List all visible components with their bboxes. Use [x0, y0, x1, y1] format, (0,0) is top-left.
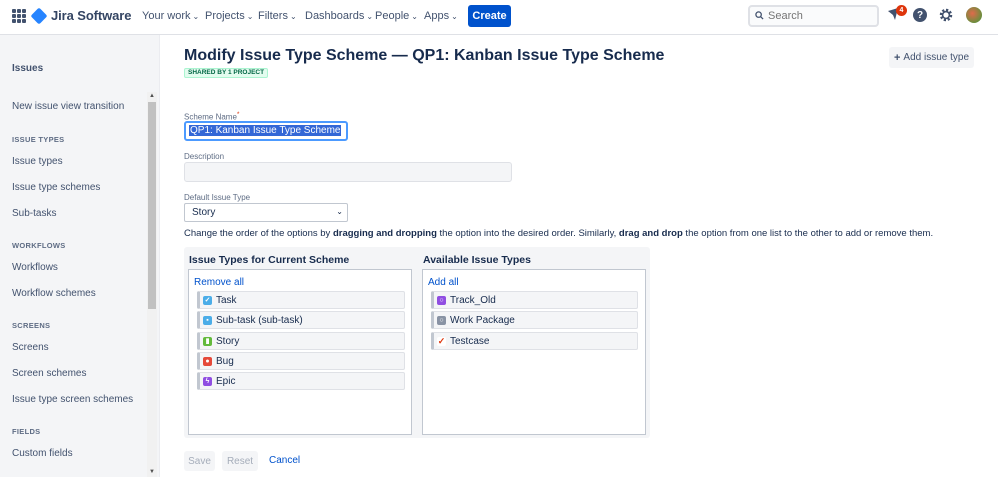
avatar[interactable] — [966, 7, 982, 23]
work-package-icon: ○ — [437, 315, 446, 325]
reset-button[interactable]: Reset — [222, 451, 258, 471]
page-title: Modify Issue Type Scheme — QP1: Kanban I… — [184, 47, 665, 64]
search-box[interactable] — [748, 5, 879, 27]
sidebar-section-screens: SCREENS — [12, 321, 51, 330]
sidebar-section-fields: FIELDS — [12, 427, 41, 436]
scroll-down-icon[interactable]: ▼ — [147, 468, 157, 477]
description-label: Description — [184, 152, 225, 161]
add-all-link[interactable]: Add all — [428, 277, 459, 288]
chevron-down-icon: ⌄ — [192, 12, 200, 21]
epic-icon: ϟ — [203, 376, 212, 386]
current-scheme-list-title: Issue Types for Current Scheme — [189, 254, 350, 266]
product-name: Jira Software — [51, 8, 132, 23]
help-icon[interactable]: ? — [913, 8, 927, 22]
notification-badge: 4 — [896, 5, 907, 16]
sidebar-title: Issues — [12, 63, 44, 74]
subtask-icon: ▪ — [203, 315, 212, 325]
scroll-up-icon[interactable]: ▲ — [147, 92, 157, 101]
nav-dashboards[interactable]: Dashboards ⌄ — [305, 10, 373, 22]
app-switcher-icon[interactable] — [12, 9, 26, 23]
chevron-down-icon: ⌄ — [289, 12, 297, 21]
search-icon — [755, 11, 764, 20]
list-item[interactable]: ϟ Epic — [197, 372, 405, 390]
nav-projects[interactable]: Projects ⌄ — [205, 10, 253, 22]
scrollbar-thumb[interactable] — [148, 102, 156, 309]
list-item[interactable]: ▮ Story — [197, 332, 405, 350]
sidebar-item-workflows[interactable]: Workflows — [12, 262, 58, 273]
task-icon: ✓ — [203, 295, 212, 305]
sidebar-item-new-issue-view-transition[interactable]: New issue view transition — [12, 101, 124, 112]
list-item[interactable]: ✓ Task — [197, 291, 405, 309]
track-old-icon: ○ — [437, 295, 446, 305]
jira-logo-icon — [30, 7, 48, 24]
nav-filters[interactable]: Filters ⌄ — [258, 10, 297, 22]
available-types-list-title: Available Issue Types — [423, 254, 531, 266]
chevron-down-icon: ⌄ — [336, 207, 343, 216]
list-item[interactable]: ○ Track_Old — [431, 291, 638, 309]
sidebar-item-screen-schemes[interactable]: Screen schemes — [12, 368, 86, 379]
chevron-down-icon: ⌄ — [411, 12, 418, 21]
save-button[interactable]: Save — [184, 451, 215, 471]
sidebar-scrollbar[interactable]: ▲ ▼ — [147, 92, 157, 477]
sidebar-item-screens[interactable]: Screens — [12, 342, 49, 353]
nav-people[interactable]: People ⌄ — [375, 10, 418, 22]
testcase-icon: ✓ — [437, 335, 446, 346]
list-item[interactable]: ▪ Sub-task (sub-task) — [197, 311, 405, 329]
create-button[interactable]: Create — [468, 5, 511, 27]
scheme-name-input[interactable]: QP1: Kanban Issue Type Scheme — [184, 121, 348, 141]
sidebar-section-workflows: WORKFLOWS — [12, 241, 66, 250]
shared-by-project-tag[interactable]: SHARED BY 1 PROJECT — [184, 68, 269, 78]
nav-your-work[interactable]: Your work ⌄ — [142, 10, 199, 22]
sidebar-item-issue-type-screen-schemes[interactable]: Issue type screen schemes — [12, 394, 133, 405]
chevron-down-icon: ⌄ — [246, 12, 254, 21]
sidebar-item-issue-type-schemes[interactable]: Issue type schemes — [12, 182, 100, 193]
list-item[interactable]: ● Bug — [197, 352, 405, 370]
gear-icon[interactable] — [938, 7, 954, 23]
list-item[interactable]: ✓ Testcase — [431, 332, 638, 350]
default-issue-type-label: Default Issue Type — [184, 193, 251, 202]
sidebar-item-sub-tasks[interactable]: Sub-tasks — [12, 208, 56, 219]
search-input[interactable] — [768, 8, 873, 24]
plus-icon: + — [893, 51, 901, 64]
nav-apps[interactable]: Apps ⌄ — [424, 10, 458, 22]
story-icon: ▮ — [203, 336, 212, 346]
sidebar-item-custom-fields[interactable]: Custom fields — [12, 448, 73, 459]
sidebar-section-issue-types: ISSUE TYPES — [12, 135, 65, 144]
sidebar-item-issue-types[interactable]: Issue types — [12, 156, 63, 167]
chevron-down-icon: ⌄ — [366, 12, 374, 21]
description-input[interactable] — [184, 162, 512, 182]
list-item[interactable]: ○ Work Package — [431, 311, 638, 329]
sidebar-item-workflow-schemes[interactable]: Workflow schemes — [12, 288, 96, 299]
sidebar: Issues New issue view transition ISSUE T… — [0, 35, 160, 477]
cancel-link[interactable]: Cancel — [269, 455, 300, 466]
top-navigation: Jira Software Your work ⌄ Projects ⌄ Filte… — [0, 0, 998, 35]
jira-logo[interactable]: Jira Software — [30, 7, 132, 24]
add-issue-type-button[interactable]: + Add issue type — [889, 47, 974, 68]
chevron-down-icon: ⌄ — [451, 12, 458, 21]
bug-icon: ● — [203, 356, 212, 366]
instructions-text: Change the order of the options by dragg… — [184, 228, 934, 239]
remove-all-link[interactable]: Remove all — [194, 277, 244, 288]
default-issue-type-select[interactable]: Story ⌄ — [184, 203, 348, 222]
